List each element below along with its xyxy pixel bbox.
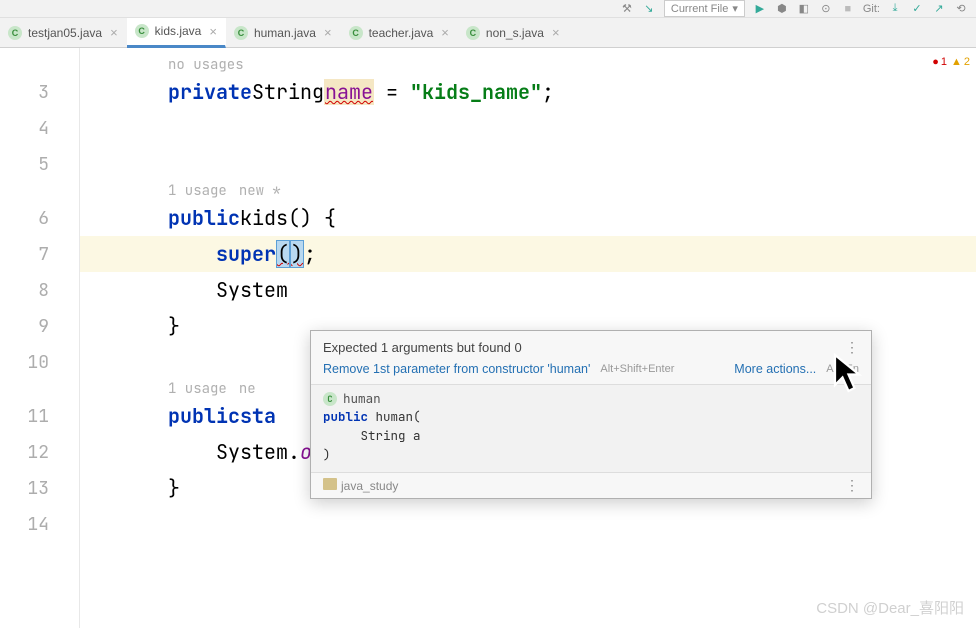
git-push-icon[interactable]: ↗: [932, 2, 946, 16]
gutter-line[interactable]: [0, 380, 79, 398]
quickfix-link[interactable]: Remove 1st parameter from constructor 'h…: [323, 362, 590, 376]
gutter-line[interactable]: 7: [0, 236, 79, 272]
error-message: Expected 1 arguments but found 0: [323, 340, 522, 355]
run-icon[interactable]: ▶: [753, 2, 767, 16]
popup-header: Expected 1 arguments but found 0 ⋮: [311, 331, 871, 362]
gutter-line[interactable]: 5: [0, 146, 79, 182]
java-class-icon: C: [234, 26, 248, 40]
gutter-line[interactable]: 3: [0, 74, 79, 110]
tab-testjan05[interactable]: C testjan05.java ×: [0, 18, 127, 48]
code-line[interactable]: private String name = "kids_name";: [100, 74, 976, 110]
usage-hint[interactable]: 1 usagenew *: [100, 182, 976, 200]
code-line[interactable]: [100, 506, 976, 542]
java-class-icon: C: [349, 26, 363, 40]
close-icon[interactable]: ×: [441, 25, 449, 40]
git-update-icon[interactable]: ⤓: [888, 2, 902, 16]
tab-label: human.java: [254, 26, 316, 40]
gutter-line[interactable]: 10: [0, 344, 79, 380]
java-class-icon: C: [323, 392, 337, 406]
coverage-icon[interactable]: ◧: [797, 2, 811, 16]
tab-teacher[interactable]: C teacher.java ×: [341, 18, 458, 48]
popup-documentation: C human public human( String a ): [311, 384, 871, 472]
doc-class-header: C human: [323, 391, 859, 406]
git-history-icon[interactable]: ⟲: [954, 2, 968, 16]
code-line[interactable]: [100, 146, 976, 182]
git-label: Git:: [863, 3, 880, 15]
gutter: 3 4 5 6 7 8 9 10 11 12 13 14: [0, 48, 80, 628]
gutter-line[interactable]: 11: [0, 398, 79, 434]
usage-hint[interactable]: no usages: [100, 56, 976, 74]
tab-label: non_s.java: [486, 26, 544, 40]
gutter-line[interactable]: 8: [0, 272, 79, 308]
gutter-line[interactable]: 13: [0, 470, 79, 506]
code-line[interactable]: [100, 110, 976, 146]
close-icon[interactable]: ×: [552, 25, 560, 40]
doc-class-name: human: [343, 391, 381, 406]
close-icon[interactable]: ×: [209, 24, 217, 39]
folder-icon: [323, 478, 337, 490]
editor-tabs: C testjan05.java × C kids.java × C human…: [0, 18, 976, 48]
close-icon[interactable]: ×: [110, 25, 118, 40]
popup-footer: java_study ⋮: [311, 472, 871, 498]
code-line[interactable]: public kids() {: [100, 200, 976, 236]
popup-actions: Remove 1st parameter from constructor 'h…: [311, 362, 871, 384]
close-icon[interactable]: ×: [324, 25, 332, 40]
hammer-icon[interactable]: ⚒: [620, 2, 634, 16]
gutter-line[interactable]: [0, 182, 79, 200]
watermark-text: CSDN @Dear_喜阳阳: [816, 597, 964, 618]
gutter-line[interactable]: 9: [0, 308, 79, 344]
error-tooltip-popup: Expected 1 arguments but found 0 ⋮ Remov…: [310, 330, 872, 499]
tab-label: teacher.java: [369, 26, 434, 40]
tab-human[interactable]: C human.java ×: [226, 18, 341, 48]
git-commit-icon[interactable]: ✓: [910, 2, 924, 16]
gutter-line[interactable]: 4: [0, 110, 79, 146]
shortcut-label: Alt+Shift+Enter: [600, 363, 674, 375]
tab-label: testjan05.java: [28, 26, 102, 40]
tab-label: kids.java: [155, 24, 202, 38]
java-class-icon: C: [135, 24, 149, 38]
debug-icon[interactable]: ⬢: [775, 2, 789, 16]
code-line-current[interactable]: super();: [80, 236, 976, 272]
profile-icon[interactable]: ⊙: [819, 2, 833, 16]
gutter-line[interactable]: 14: [0, 506, 79, 542]
gutter-line[interactable]: 6: [0, 200, 79, 236]
kebab-icon[interactable]: ⋮: [845, 477, 859, 494]
run-config-dropdown[interactable]: Current File ▾: [664, 0, 745, 17]
check-icon[interactable]: ↘: [642, 2, 656, 16]
tab-kids[interactable]: C kids.java ×: [127, 18, 226, 48]
module-label: java_study: [323, 478, 398, 493]
java-class-icon: C: [466, 26, 480, 40]
chevron-down-icon: ▾: [732, 2, 738, 15]
dropdown-label: Current File: [671, 3, 728, 15]
doc-signature: public human( String a ): [323, 408, 859, 464]
gutter-line[interactable]: 12: [0, 434, 79, 470]
code-line[interactable]: System: [100, 272, 976, 308]
more-actions-link[interactable]: More actions...: [734, 362, 816, 376]
main-toolbar: ⚒ ↘ Current File ▾ ▶ ⬢ ◧ ⊙ ■ Git: ⤓ ✓ ↗ …: [0, 0, 976, 18]
shortcut-label: Alt+En: [826, 363, 859, 375]
gutter-line[interactable]: [0, 56, 79, 74]
kebab-icon[interactable]: ⋮: [845, 339, 859, 356]
java-class-icon: C: [8, 26, 22, 40]
stop-icon[interactable]: ■: [841, 2, 855, 16]
tab-non-s[interactable]: C non_s.java ×: [458, 18, 569, 48]
